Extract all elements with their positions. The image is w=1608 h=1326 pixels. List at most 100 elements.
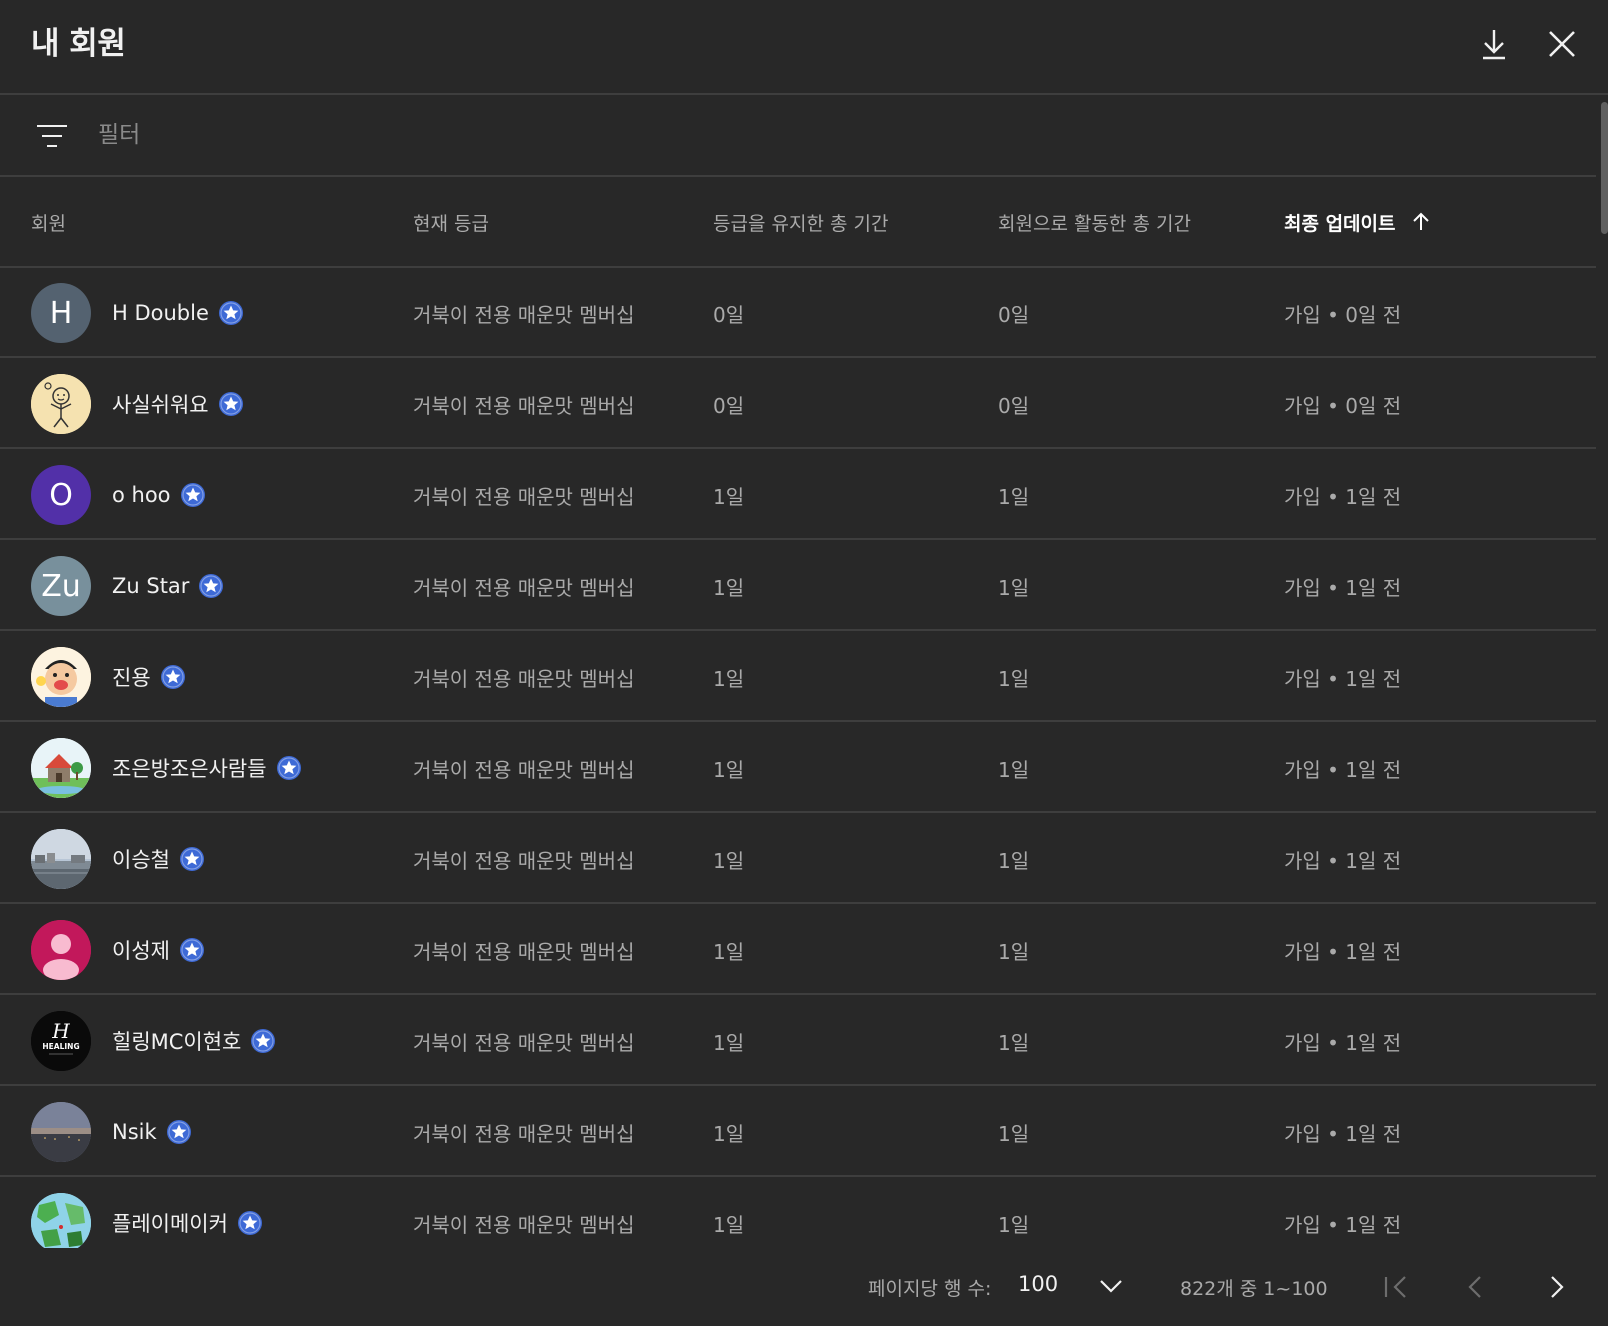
avatar[interactable]: Zu	[31, 556, 91, 616]
current-level-cell: 거북이 전용 매운맛 멤버십	[413, 849, 635, 873]
current-level-cell: 거북이 전용 매운맛 멤버십	[413, 303, 635, 327]
rows-per-page-value: 100	[1018, 1272, 1059, 1296]
column-header-member-duration[interactable]: 회원으로 활동한 총 기간	[998, 209, 1191, 236]
filter-input[interactable]	[98, 115, 698, 155]
avatar[interactable]	[31, 1193, 91, 1248]
last-update-cell: 가입 • 0일 전	[1284, 394, 1402, 418]
avatar[interactable]	[31, 374, 91, 434]
table-row[interactable]: 이성제 거북이 전용 매운맛 멤버십 1일 1일 가입 • 1일 전	[0, 905, 1596, 995]
member-name[interactable]: H Double	[112, 301, 209, 325]
close-icon	[1549, 31, 1575, 57]
column-header-current-level[interactable]: 현재 등급	[413, 209, 489, 236]
member-name[interactable]: 진용	[112, 662, 151, 692]
avatar-image	[31, 1102, 91, 1162]
member-star-badge-icon	[251, 1029, 276, 1053]
table-row[interactable]: 사실쉬워요 거북이 전용 매운맛 멤버십 0일 0일 가입 • 0일 전	[0, 359, 1596, 449]
level-duration-cell: 0일	[713, 303, 745, 327]
scrollbar-track[interactable]	[1596, 95, 1608, 1248]
table-row[interactable]: 플레이메이커 거북이 전용 매운맛 멤버십 1일 1일 가입 • 1일 전	[0, 1178, 1596, 1248]
member-name[interactable]: 이승철	[112, 844, 170, 874]
member-name[interactable]: 사실쉬워요	[112, 389, 209, 419]
svg-text:H: H	[51, 1019, 70, 1043]
current-level-cell: 거북이 전용 매운맛 멤버십	[413, 1122, 635, 1146]
download-button[interactable]	[1472, 22, 1516, 66]
avatar[interactable]	[31, 738, 91, 798]
first-page-button[interactable]	[1374, 1264, 1420, 1310]
last-update-cell: 가입 • 1일 전	[1284, 576, 1402, 600]
svg-text:HEALING: HEALING	[42, 1042, 79, 1051]
arrow-up-icon[interactable]	[1410, 210, 1432, 232]
avatar[interactable]	[31, 920, 91, 980]
member-star-badge-icon	[218, 301, 243, 325]
last-update-cell: 가입 • 1일 전	[1284, 1031, 1402, 1055]
download-icon	[1483, 30, 1505, 60]
avatar-image	[31, 647, 91, 707]
table-row[interactable]: H HEALING 힐링MC이현호 거북이 전용 매운맛 멤버십 1일 1일 가입 • 1일…	[0, 996, 1596, 1086]
member-name-cell: Zu Star	[112, 570, 224, 602]
member-duration-cell: 0일	[998, 394, 1030, 418]
chevron-down-icon	[1100, 1280, 1122, 1293]
avatar-initial: O	[49, 477, 73, 513]
member-star-badge-icon	[179, 938, 204, 962]
level-duration-cell: 1일	[713, 1031, 745, 1055]
table-row[interactable]: Oo hoo 거북이 전용 매운맛 멤버십 1일 1일 가입 • 1일 전	[0, 450, 1596, 540]
avatar[interactable]	[31, 1102, 91, 1162]
last-update-cell: 가입 • 1일 전	[1284, 1122, 1402, 1146]
member-name[interactable]: o hoo	[112, 483, 171, 507]
member-star-badge-icon	[237, 1211, 262, 1235]
avatar-image	[31, 829, 91, 889]
dialog-header: 내 회원	[0, 0, 1608, 95]
member-star-badge-icon	[276, 756, 301, 780]
member-name-cell: 이승철	[112, 843, 205, 875]
avatar-image	[31, 920, 91, 980]
table-row[interactable]: Nsik 거북이 전용 매운맛 멤버십 1일 1일 가입 • 1일 전	[0, 1087, 1596, 1177]
previous-page-button[interactable]	[1452, 1264, 1498, 1310]
avatar[interactable]: H HEALING	[31, 1011, 91, 1071]
current-level-cell: 거북이 전용 매운맛 멤버십	[413, 1031, 635, 1055]
column-header-member[interactable]: 회원	[31, 209, 66, 236]
member-name[interactable]: 조은방조은사람들	[112, 753, 267, 783]
current-level-cell: 거북이 전용 매운맛 멤버십	[413, 940, 635, 964]
last-update-cell: 가입 • 1일 전	[1284, 1213, 1402, 1237]
member-name[interactable]: Nsik	[112, 1120, 157, 1144]
avatar-initial: Zu	[41, 568, 81, 604]
table-row[interactable]: H H Double 거북이 전용 매운맛 멤버십 0일 0일 가입 • 0일 전	[0, 268, 1596, 358]
member-name[interactable]: 플레이메이커	[112, 1208, 228, 1238]
level-duration-cell: 1일	[713, 667, 745, 691]
current-level-cell: 거북이 전용 매운맛 멤버십	[413, 394, 635, 418]
table-row[interactable]: 조은방조은사람들 거북이 전용 매운맛 멤버십 1일 1일 가입 • 1일 전	[0, 723, 1596, 813]
level-duration-cell: 1일	[713, 576, 745, 600]
first-page-icon	[1384, 1276, 1406, 1298]
member-name-cell: H Double	[112, 297, 244, 329]
level-duration-cell: 1일	[713, 849, 745, 873]
last-update-cell: 가입 • 1일 전	[1284, 758, 1402, 782]
avatar[interactable]: H	[31, 283, 91, 343]
avatar[interactable]	[31, 647, 91, 707]
last-update-cell: 가입 • 1일 전	[1284, 485, 1402, 509]
table-row[interactable]: Zu Zu Star 거북이 전용 매운맛 멤버십 1일 1일 가입 • 1일 전	[0, 541, 1596, 631]
table-row[interactable]: 이승철 거북이 전용 매운맛 멤버십 1일 1일 가입 • 1일 전	[0, 814, 1596, 904]
filter-bar	[0, 95, 1596, 177]
table-header: 회원 현재 등급 등급을 유지한 총 기간 회원으로 활동한 총 기간 최종 업…	[0, 177, 1596, 268]
column-header-last-update[interactable]: 최종 업데이트	[1284, 209, 1396, 236]
member-name[interactable]: 힐링MC이현호	[112, 1026, 241, 1056]
member-name[interactable]: 이성제	[112, 935, 170, 965]
level-duration-cell: 1일	[713, 1122, 745, 1146]
last-update-cell: 가입 • 1일 전	[1284, 849, 1402, 873]
column-header-level-duration[interactable]: 등급을 유지한 총 기간	[713, 209, 888, 236]
avatar[interactable]	[31, 829, 91, 889]
member-name[interactable]: Zu Star	[112, 574, 189, 598]
avatar[interactable]: O	[31, 465, 91, 525]
close-button[interactable]	[1540, 22, 1584, 66]
filter-icon[interactable]	[34, 118, 70, 154]
level-duration-cell: 1일	[713, 758, 745, 782]
rows-per-page-select[interactable]: 100	[1018, 1266, 1130, 1306]
member-name-cell: 플레이메이커	[112, 1207, 263, 1239]
next-page-button[interactable]	[1534, 1264, 1580, 1310]
member-duration-cell: 1일	[998, 667, 1030, 691]
table-row[interactable]: 진용 거북이 전용 매운맛 멤버십 1일 1일 가입 • 1일 전	[0, 632, 1596, 722]
scrollbar-thumb[interactable]	[1601, 102, 1608, 234]
pagination-range: 822개 중 1~100	[1180, 1278, 1328, 1300]
pagination-footer: 페이지당 행 수: 100 822개 중 1~100	[0, 1248, 1608, 1326]
member-duration-cell: 0일	[998, 303, 1030, 327]
